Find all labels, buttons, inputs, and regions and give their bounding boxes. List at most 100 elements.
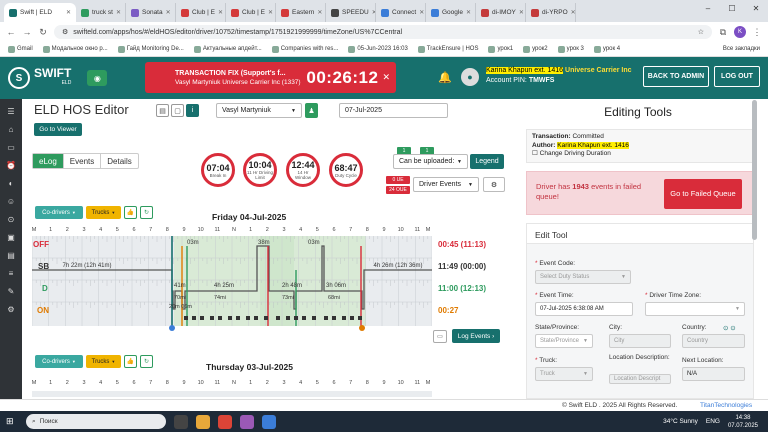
bookmark-item[interactable]: урок1: [488, 45, 513, 53]
browser-tab[interactable]: Swift | ELD ✕: [4, 3, 76, 22]
back-to-admin-button[interactable]: BACK TO ADMIN: [643, 66, 709, 87]
location-icon[interactable]: ⊙: [5, 215, 17, 224]
co-drivers-button-2[interactable]: Co-drivers ▼: [35, 355, 83, 368]
hardware-icon[interactable]: ▣: [5, 233, 17, 242]
go-to-failed-queue-button[interactable]: Go to Failed Queue: [664, 179, 742, 209]
bell-icon[interactable]: 🔔: [438, 71, 452, 84]
event-marker[interactable]: [332, 316, 336, 320]
event-marker[interactable]: [218, 316, 222, 320]
event-marker[interactable]: [324, 316, 328, 320]
bookmark-item[interactable]: Актуальные апдейт...: [193, 45, 262, 53]
event-code-select[interactable]: Select Duty Status ▼: [535, 270, 631, 284]
event-marker[interactable]: [358, 316, 362, 320]
close-window-icon[interactable]: ✕: [744, 0, 768, 16]
event-marker[interactable]: [312, 316, 316, 320]
copy-icon[interactable]: ▢: [171, 104, 184, 117]
event-marker[interactable]: [302, 316, 306, 320]
event-marker[interactable]: [342, 316, 346, 320]
bookmark-item[interactable]: Companies with res...: [271, 45, 338, 53]
browser-tab[interactable]: Eastern ✕: [276, 3, 326, 22]
tools-icon[interactable]: ✎: [5, 287, 17, 296]
browser-tab[interactable]: truck st ✕: [76, 3, 126, 22]
settings-icon[interactable]: ⚙: [5, 305, 17, 314]
location-pin-icons[interactable]: ⊙ ⊙: [723, 324, 736, 332]
refresh-button-2[interactable]: ↻: [140, 355, 153, 368]
menu-dots-icon[interactable]: ⋮: [752, 27, 762, 38]
bookmark-item[interactable]: Модальное окно р...: [42, 45, 108, 53]
city-input[interactable]: City: [609, 334, 671, 348]
back-arrow-icon[interactable]: ←: [6, 27, 16, 37]
driver-select[interactable]: Vasyl Martyniuk ▼: [216, 103, 302, 118]
log-events-button[interactable]: Log Events ›: [452, 329, 500, 343]
event-marker[interactable]: [350, 316, 354, 320]
url-field[interactable]: ⚙ swifteld.com/apps/hos/#/eldHOS/editor/…: [54, 25, 712, 39]
event-time-input[interactable]: 07-Jul-2025 6:38:08 AM: [535, 302, 633, 316]
driver-tz-select[interactable]: ▼: [645, 302, 745, 316]
close-banner-icon[interactable]: ✕: [382, 72, 390, 83]
bookmark-item[interactable]: TrackEnsure | HOS: [417, 45, 478, 53]
users-icon[interactable]: ☺: [5, 197, 17, 206]
settings-dropdown[interactable]: ⚙: [483, 177, 505, 192]
alarm-icon[interactable]: ⏰: [5, 161, 17, 170]
event-marker[interactable]: [286, 316, 290, 320]
taskbar-app-chrome[interactable]: [218, 414, 232, 429]
weather[interactable]: 34°C Sunny: [663, 418, 698, 425]
tab-close-icon[interactable]: ✕: [218, 9, 223, 16]
tab-close-icon[interactable]: ✕: [166, 9, 171, 16]
event-marker[interactable]: [236, 316, 240, 320]
all-bookmarks[interactable]: Все закладки: [723, 46, 760, 52]
bookmark-item[interactable]: Гайд Monitoring De...: [117, 45, 184, 53]
legend-button[interactable]: Legend: [470, 154, 504, 169]
tab-close-icon[interactable]: ✕: [519, 9, 524, 16]
driver-events-select[interactable]: Driver Events ▼: [413, 177, 479, 192]
event-marker[interactable]: [192, 316, 196, 320]
taskbar-app-chat[interactable]: [240, 414, 254, 429]
browser-tab[interactable]: Club | E ✕: [176, 3, 226, 22]
swift-logo[interactable]: S SWIFT ELD: [8, 67, 71, 89]
tab-close-icon[interactable]: ✕: [419, 9, 424, 16]
reload-icon[interactable]: ↻: [38, 27, 48, 38]
co-drivers-button[interactable]: Co-drivers ▼: [35, 206, 83, 219]
go-to-viewer-button[interactable]: Go to Viewer: [34, 123, 82, 136]
tab-close-icon[interactable]: ✕: [571, 9, 575, 16]
tab-close-icon[interactable]: ✕: [268, 9, 273, 16]
refresh-button[interactable]: ↻: [140, 206, 153, 219]
tab-close-icon[interactable]: ✕: [317, 9, 322, 16]
bookmark-item[interactable]: Gmail: [8, 45, 33, 53]
profile-avatar[interactable]: K: [734, 26, 746, 38]
date-input[interactable]: 07-Jul-2025: [339, 103, 448, 118]
bookmark-item[interactable]: урок 4: [593, 45, 620, 53]
country-input[interactable]: Country: [682, 334, 745, 348]
event-marker[interactable]: [294, 316, 298, 320]
checkbox-icon[interactable]: ☐: [532, 150, 538, 157]
bookmark-item[interactable]: урок2: [523, 45, 548, 53]
windows-start-icon[interactable]: ⊞: [6, 416, 14, 427]
taskbar-search[interactable]: ⌕ Поиск: [26, 414, 166, 429]
document-icon[interactable]: ▤: [156, 104, 169, 117]
trucks-button[interactable]: Trucks ▼: [86, 206, 121, 219]
bookmark-item[interactable]: урок 3: [557, 45, 584, 53]
browser-tab[interactable]: Connect ✕: [376, 3, 426, 22]
tab-details[interactable]: Details: [101, 154, 137, 168]
browser-tab[interactable]: di-IMOY ✕: [476, 3, 526, 22]
event-marker[interactable]: [254, 316, 258, 320]
trucks-button-2[interactable]: Trucks ▼: [86, 355, 121, 368]
eye-toggle-button[interactable]: ◉: [87, 70, 108, 86]
event-marker[interactable]: [210, 316, 214, 320]
site-info-icon[interactable]: ⚙: [62, 28, 68, 36]
browser-tab[interactable]: Sonata ✕: [126, 3, 176, 22]
user-avatar-icon[interactable]: ●: [461, 68, 479, 86]
state-select[interactable]: State/Province ▼: [535, 334, 593, 348]
logout-button[interactable]: LOG OUT: [714, 66, 760, 87]
taskbar-app-folder[interactable]: [196, 414, 210, 429]
reports-icon[interactable]: ≡: [5, 269, 17, 278]
comment-button[interactable]: ▭: [433, 330, 447, 343]
tab-close-icon[interactable]: ✕: [116, 9, 121, 16]
event-marker[interactable]: [246, 316, 250, 320]
tab-close-icon[interactable]: ✕: [66, 9, 71, 16]
truck-icon[interactable]: ▭: [5, 143, 17, 152]
maximize-icon[interactable]: ☐: [720, 0, 744, 16]
browser-tab[interactable]: SPEEDU✕: [326, 3, 376, 22]
bookmark-item[interactable]: 05-Jun-2023 16:03: [348, 45, 408, 53]
chart-icon[interactable]: ▤: [5, 251, 17, 260]
